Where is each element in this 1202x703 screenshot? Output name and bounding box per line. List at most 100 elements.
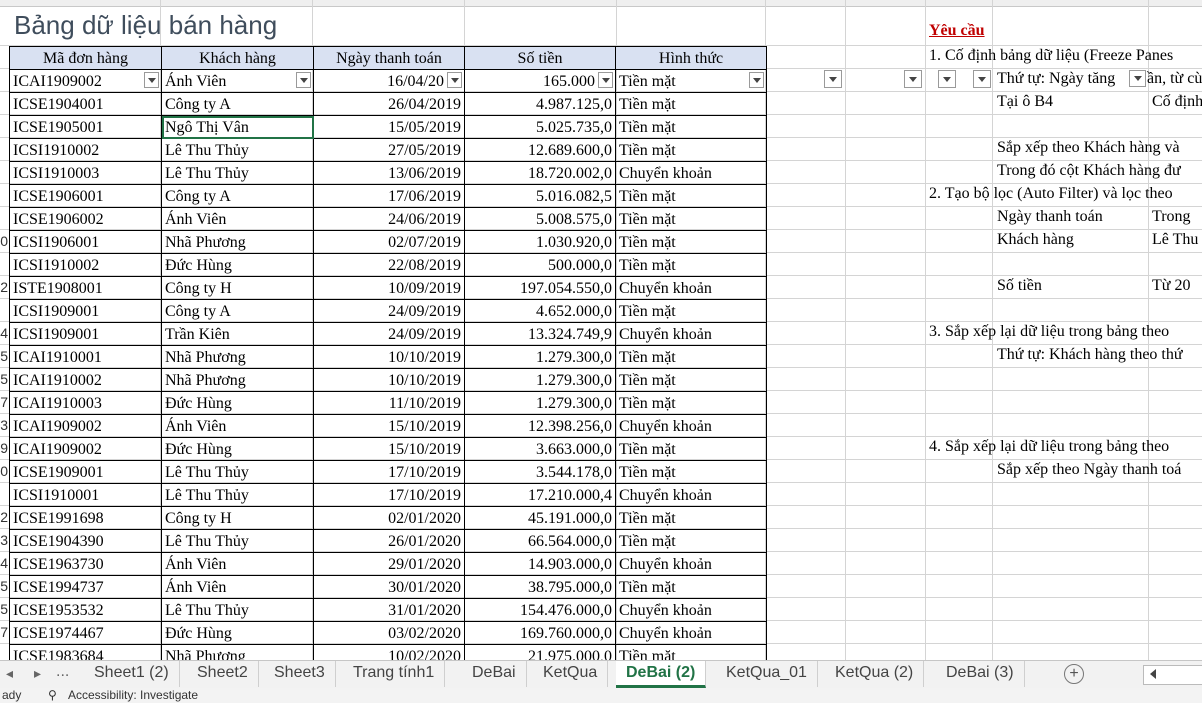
cell-customer[interactable]: Lê Thu Thủy	[161, 138, 314, 162]
cell-amount[interactable]: 17.210.000,4	[464, 483, 616, 507]
req-line-1a-cont[interactable]: ần, từ cù	[1147, 70, 1202, 88]
cell-order-code[interactable]: ICSI1910001	[9, 483, 162, 507]
cell-customer[interactable]: Công ty A	[161, 299, 314, 323]
cell-payment-date[interactable]: 10/02/2020	[313, 644, 465, 660]
cell-customer[interactable]: Nhã Phương	[161, 345, 314, 369]
cell-customer[interactable]: Ánh Viên	[161, 207, 314, 231]
cell-customer[interactable]: Nhã Phương	[161, 644, 314, 660]
cell-method[interactable]: Tiền mặt	[615, 92, 767, 116]
cell-payment-date[interactable]: 15/10/2019	[313, 437, 465, 461]
req-line-3a[interactable]: Thứ tự: Khách hàng theo thứ	[997, 346, 1183, 364]
cell-payment-date[interactable]: 22/08/2019	[313, 253, 465, 277]
cell-method[interactable]: Tiền mặt	[615, 529, 767, 553]
cell-payment-date[interactable]: 31/01/2020	[313, 598, 465, 622]
header-order-code[interactable]: Mã đơn hàng	[9, 46, 162, 70]
req-line-4[interactable]: 4. Sắp xếp lại dữ liệu trong bảng theo	[929, 438, 1169, 456]
cell-method[interactable]: Tiền mặt	[615, 299, 767, 323]
worksheet[interactable]: Bảng dữ liệu bán hàng Mã đơn hàng Khách …	[0, 0, 1202, 660]
cell-payment-date[interactable]: 30/01/2020	[313, 575, 465, 599]
cell-method[interactable]: Tiền mặt	[615, 345, 767, 369]
cell-amount[interactable]: 4.652.000,0	[464, 299, 616, 323]
tab-sheet[interactable]: Sheet1 (2)	[84, 661, 180, 687]
tab-sheet[interactable]: KetQua_01	[716, 661, 818, 687]
cell-payment-date[interactable]: 17/10/2019	[313, 483, 465, 507]
row-number-fragment[interactable]: 5	[0, 371, 8, 387]
req-line-2b[interactable]: Khách hàng	[997, 231, 1074, 249]
cell-amount[interactable]: 66.564.000,0	[464, 529, 616, 553]
cell-amount[interactable]: 45.191.000,0	[464, 506, 616, 530]
cell-order-code[interactable]: ICSE1991698	[9, 506, 162, 530]
cell-customer[interactable]: Nhã Phương	[161, 368, 314, 392]
cell-order-code[interactable]: ICSE1994737	[9, 575, 162, 599]
cell-amount[interactable]: 169.760.000,0	[464, 621, 616, 645]
req-line-1[interactable]: 1. Cố định bảng dữ liệu (Freeze Panes	[929, 47, 1173, 65]
cell-amount[interactable]: 1.279.300,0	[464, 391, 616, 415]
cell-method[interactable]: Chuyển khoản	[615, 161, 767, 185]
filter-dropdown-icon[interactable]	[447, 72, 462, 88]
add-sheet-button[interactable]: +	[1064, 664, 1084, 684]
cell-amount[interactable]: 1.279.300,0	[464, 368, 616, 392]
cell-payment-date[interactable]: 11/10/2019	[313, 391, 465, 415]
cell-order-code[interactable]: ICSI1906001	[9, 230, 162, 254]
cell-method[interactable]: Chuyển khoản	[615, 322, 767, 346]
cell-amount[interactable]: 12.689.600,0	[464, 138, 616, 162]
tab-sheet[interactable]: Trang tính1	[343, 661, 446, 687]
row-number-fragment[interactable]: 4	[0, 555, 8, 571]
cell-amount[interactable]: 12.398.256,0	[464, 414, 616, 438]
tab-sheet[interactable]: DeBai (2)	[616, 661, 707, 688]
horizontal-scrollbar[interactable]	[1143, 665, 1202, 685]
cell-customer[interactable]: Đức Hùng	[161, 621, 314, 645]
cell-customer[interactable]: Công ty H	[161, 506, 314, 530]
row-number-fragment[interactable]: 7	[0, 394, 8, 410]
req-line-2b-cont[interactable]: Lê Thu	[1152, 231, 1198, 249]
cell-order-code[interactable]: ICAI1909002	[9, 437, 162, 461]
cell-payment-date[interactable]: 24/09/2019	[313, 299, 465, 323]
header-customer[interactable]: Khách hàng	[161, 46, 314, 70]
cell-method[interactable]: Chuyển khoản	[615, 621, 767, 645]
cell-method[interactable]: Tiền mặt	[615, 115, 767, 139]
cell-amount[interactable]: 18.720.002,0	[464, 161, 616, 185]
row-number-fragment[interactable]: 4	[0, 325, 8, 341]
cell-order-code[interactable]: ICAI1910002	[9, 368, 162, 392]
cell-method[interactable]: Tiền mặt	[615, 460, 767, 484]
cell-amount[interactable]: 154.476.000,0	[464, 598, 616, 622]
filter-dropdown-icon[interactable]	[973, 70, 991, 88]
tab-sheet[interactable]: KetQua (2)	[825, 661, 925, 687]
cell-amount[interactable]: 21.975.000,0	[464, 644, 616, 660]
cell-payment-date[interactable]: 10/09/2019	[313, 276, 465, 300]
cell-payment-date[interactable]: 17/06/2019	[313, 184, 465, 208]
cell-order-code[interactable]: ICSE1974467	[9, 621, 162, 645]
cell-method[interactable]: Tiền mặt	[615, 138, 767, 162]
cell-customer[interactable]: Công ty A	[161, 92, 314, 116]
header-payment-date[interactable]: Ngày thanh toán	[313, 46, 465, 70]
cell-order-code[interactable]: ICSE1963730	[9, 552, 162, 576]
cell-payment-date[interactable]: 15/05/2019	[313, 115, 465, 139]
cell-customer[interactable]: Đức Hùng	[161, 437, 314, 461]
req-line-2[interactable]: 2. Tạo bộ lọc (Auto Filter) và lọc theo	[929, 185, 1173, 203]
filter-cell-customer[interactable]: Ánh Viên	[161, 69, 314, 93]
cell-order-code[interactable]: ICSE1904390	[9, 529, 162, 553]
filter-cell-amount[interactable]: 165.000	[464, 69, 616, 93]
cell-payment-date[interactable]: 24/06/2019	[313, 207, 465, 231]
cell-order-code[interactable]: ICSE1904001	[9, 92, 162, 116]
row-number-fragment[interactable]: 3	[0, 532, 8, 548]
cell-method[interactable]: Tiền mặt	[615, 575, 767, 599]
cell-order-code[interactable]: ICAI1910001	[9, 345, 162, 369]
cell-customer[interactable]: Lê Thu Thủy	[161, 529, 314, 553]
cell-method[interactable]: Chuyển khoản	[615, 598, 767, 622]
cell-amount[interactable]: 197.054.550,0	[464, 276, 616, 300]
filter-cell-method[interactable]: Tiền mặt	[615, 69, 767, 93]
req-line-1d[interactable]: Trong đó cột Khách hàng đư	[997, 162, 1181, 180]
row-number-fragment[interactable]: 0	[0, 463, 8, 479]
req-line-2c-cont[interactable]: Từ 20	[1152, 277, 1190, 295]
req-line-2a-cont[interactable]: Trong	[1152, 208, 1191, 226]
cell-payment-date[interactable]: 02/01/2020	[313, 506, 465, 530]
filter-dropdown-icon[interactable]	[598, 72, 613, 88]
tab-more-ellipsis[interactable]: ...	[56, 663, 69, 681]
tab-sheet[interactable]: DeBai	[462, 661, 527, 687]
tab-sheet[interactable]: DeBai (3)	[936, 661, 1025, 687]
tab-scroll-left-icon[interactable]: ◂	[6, 665, 13, 682]
tab-scroll-right-icon[interactable]: ▸	[34, 665, 41, 682]
cell-customer[interactable]: Lê Thu Thủy	[161, 598, 314, 622]
cell-customer[interactable]: Lê Thu Thủy	[161, 161, 314, 185]
